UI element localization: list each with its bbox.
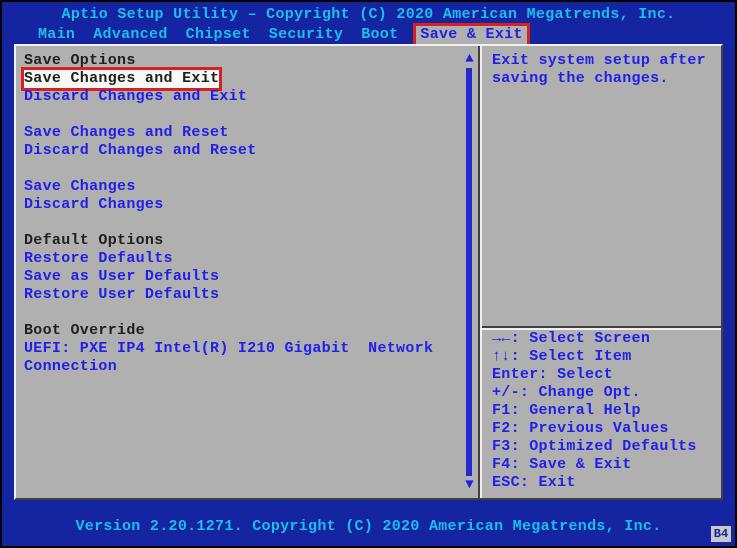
tab-security[interactable]: Security: [269, 26, 343, 44]
item-discard-changes-and-exit[interactable]: Discard Changes and Exit: [24, 88, 247, 105]
item-restore-defaults[interactable]: Restore Defaults: [24, 250, 173, 267]
item-discard-changes-and-reset[interactable]: Discard Changes and Reset: [24, 142, 257, 159]
item-restore-user-defaults[interactable]: Restore User Defaults: [24, 286, 219, 303]
scrollbar[interactable]: [466, 68, 472, 476]
item-discard-changes[interactable]: Discard Changes: [24, 196, 164, 213]
key-legend: →←: Select Screen ↑↓: Select Item Enter:…: [492, 330, 711, 492]
legend-select-item: ↑↓: Select Item: [492, 348, 711, 366]
item-boot-override-entry[interactable]: UEFI: PXE IP4 Intel(R) I210 Gigabit Netw…: [24, 340, 433, 357]
tab-save-exit[interactable]: Save & Exit: [416, 26, 526, 44]
item-boot-override-entry-cont[interactable]: Connection: [24, 358, 117, 375]
tab-boot[interactable]: Boot: [361, 26, 398, 44]
legend-f4: F4: Save & Exit: [492, 456, 711, 474]
tab-main[interactable]: Main: [38, 26, 75, 44]
legend-f1: F1: General Help: [492, 402, 711, 420]
bios-screen: Aptio Setup Utility – Copyright (C) 2020…: [0, 0, 737, 548]
tab-advanced[interactable]: Advanced: [93, 26, 167, 44]
bios-footer: Version 2.20.1271. Copyright (C) 2020 Am…: [2, 518, 735, 536]
section-default-options: Default Options: [24, 232, 474, 250]
legend-change: +/-: Change Opt.: [492, 384, 711, 402]
item-save-changes-and-reset[interactable]: Save Changes and Reset: [24, 124, 229, 141]
scroll-up-icon[interactable]: ▲: [465, 50, 474, 68]
item-save-as-user-defaults[interactable]: Save as User Defaults: [24, 268, 219, 285]
left-pane: ▲ ▼ Save Options Save Changes and Exit D…: [16, 46, 480, 498]
legend-f3: F3: Optimized Defaults: [492, 438, 711, 456]
tab-chipset[interactable]: Chipset: [186, 26, 251, 44]
legend-enter: Enter: Select: [492, 366, 711, 384]
legend-f2: F2: Previous Values: [492, 420, 711, 438]
legend-esc: ESC: Exit: [492, 474, 711, 492]
section-boot-override: Boot Override: [24, 322, 474, 340]
client-area: ▲ ▼ Save Options Save Changes and Exit D…: [14, 44, 723, 500]
legend-select-screen: →←: Select Screen: [492, 330, 711, 348]
corner-badge: B4: [711, 526, 731, 542]
item-save-changes[interactable]: Save Changes: [24, 178, 136, 195]
item-save-changes-and-exit[interactable]: Save Changes and Exit: [24, 70, 219, 88]
section-save-options: Save Options: [24, 52, 474, 70]
scroll-down-icon[interactable]: ▼: [465, 476, 474, 494]
item-help-text: Exit system setup after saving the chang…: [492, 52, 711, 88]
bios-title: Aptio Setup Utility – Copyright (C) 2020…: [2, 2, 735, 24]
right-pane: Exit system setup after saving the chang…: [480, 46, 721, 498]
